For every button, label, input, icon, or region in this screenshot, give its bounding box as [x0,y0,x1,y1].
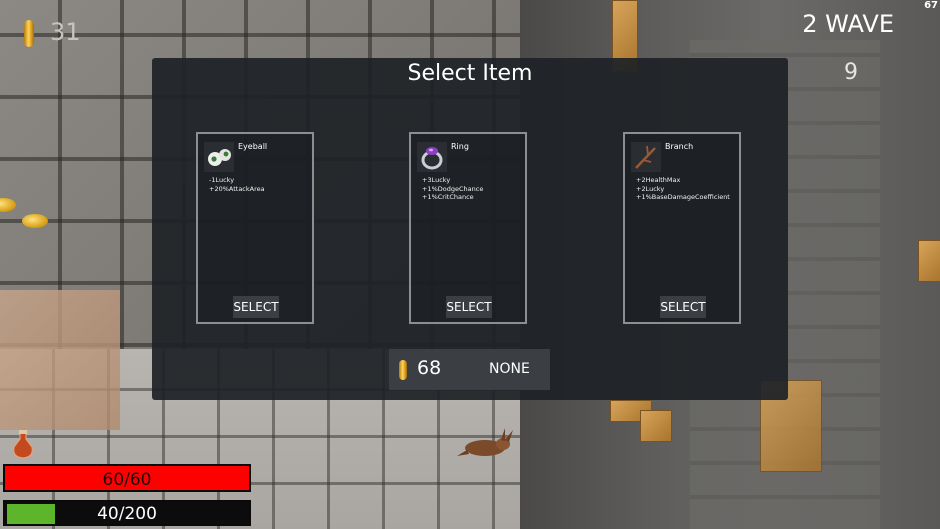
experience-bar: 40/200 [3,500,251,526]
select-item-modal: Select Item Eyeball -1Lucky +20%AttackAr… [152,58,788,400]
coin-none-bar: 68 NONE [389,349,550,390]
wave-enemy-count: 9 [844,60,858,85]
floor-coin[interactable] [22,214,48,228]
item-card-ring[interactable]: Ring +3Lucky +1%DodgeChance +1%CritChanc… [409,132,527,324]
item-stat: +1%CritChance [422,193,474,201]
item-stat: +20%AttackArea [209,184,265,193]
wooden-crate [640,410,672,442]
ring-icon [417,142,447,172]
item-stats: +3Lucky +1%DodgeChance +1%CritChance [422,176,483,202]
health-text: 60/60 [102,470,152,490]
modal-coin-counter: 68 [417,357,442,379]
item-card-branch[interactable]: Branch +2HealthMax +2Lucky +1%BaseDamage… [623,132,741,324]
floor-rug [0,290,120,430]
item-stat: +2Lucky [636,184,665,193]
item-stat: +3Lucky [422,176,451,184]
coin-counter: 31 [50,18,81,46]
branch-icon [631,142,661,172]
item-stat: +2HealthMax [636,176,681,184]
item-stat: -1Lucky [209,176,235,184]
item-stat: +1%DodgeChance [422,184,484,193]
none-button[interactable]: NONE [489,361,530,377]
item-card-eyeball[interactable]: Eyeball -1Lucky +20%AttackArea SELECT [196,132,314,324]
floor-coin[interactable] [0,198,16,212]
wave-label: 2 WAVE [802,10,894,38]
coin-icon [24,20,34,47]
modal-title: Select Item [407,61,533,86]
wooden-crate [918,240,940,282]
rabbit-enemy [457,428,513,456]
item-name: Ring [451,142,469,151]
health-bar: 60/60 [3,464,251,492]
coin-icon [399,360,407,380]
item-stats: +2HealthMax +2Lucky +1%BaseDamageCoeffic… [636,176,730,202]
item-stats: -1Lucky +20%AttackArea [209,176,265,193]
select-button[interactable]: SELECT [660,296,706,318]
potion-icon[interactable] [10,430,36,460]
item-name: Branch [665,142,694,151]
experience-text: 40/200 [97,504,157,524]
item-stat: +1%BaseDamageCoefficient [636,193,730,201]
select-button[interactable]: SELECT [446,296,492,318]
select-button[interactable]: SELECT [233,296,279,318]
item-name: Eyeball [238,142,268,151]
eyeball-icon [204,142,234,172]
fps-counter: 67 [924,0,938,11]
